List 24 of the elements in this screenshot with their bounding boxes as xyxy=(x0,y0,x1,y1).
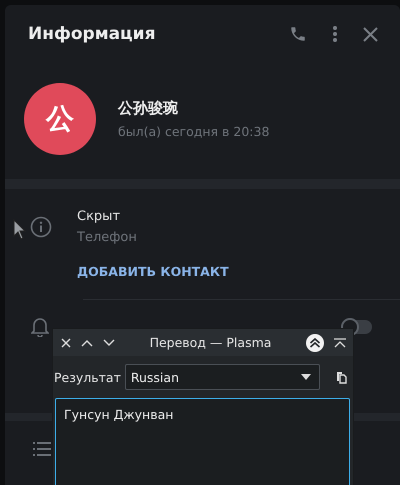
more-icon[interactable] xyxy=(333,26,337,42)
bell-icon xyxy=(31,317,49,337)
window-title: Перевод — Plasma xyxy=(148,335,272,350)
mouse-cursor-icon xyxy=(13,219,26,240)
list-icon xyxy=(33,442,51,456)
minimize-icon[interactable] xyxy=(334,338,346,348)
info-icon xyxy=(30,216,52,238)
chevron-down-icon[interactable] xyxy=(103,338,115,346)
phone-icon[interactable] xyxy=(289,25,307,43)
caret-icon xyxy=(301,374,311,380)
panel-title: Информация xyxy=(28,24,156,44)
avatar: 公 xyxy=(24,83,96,155)
add-contact-link[interactable]: ДОБАВИТЬ КОНТАКТ xyxy=(77,264,229,279)
result-label: Результат xyxy=(53,370,121,384)
keep-above-icon[interactable] xyxy=(306,334,324,352)
contact-name: 公孙骏琬 xyxy=(118,99,179,118)
last-seen: был(а) сегодня в 20:38 xyxy=(118,124,270,139)
phone-label: Телефон xyxy=(77,230,138,245)
chevron-up-icon[interactable] xyxy=(81,338,93,346)
phone-value: Скрыт xyxy=(77,209,122,224)
close-icon[interactable] xyxy=(363,26,378,42)
translation-output[interactable]: Гунсун Джунван xyxy=(55,398,350,485)
copy-icon[interactable] xyxy=(336,370,347,384)
language-dropdown[interactable]: Russian xyxy=(124,364,320,390)
